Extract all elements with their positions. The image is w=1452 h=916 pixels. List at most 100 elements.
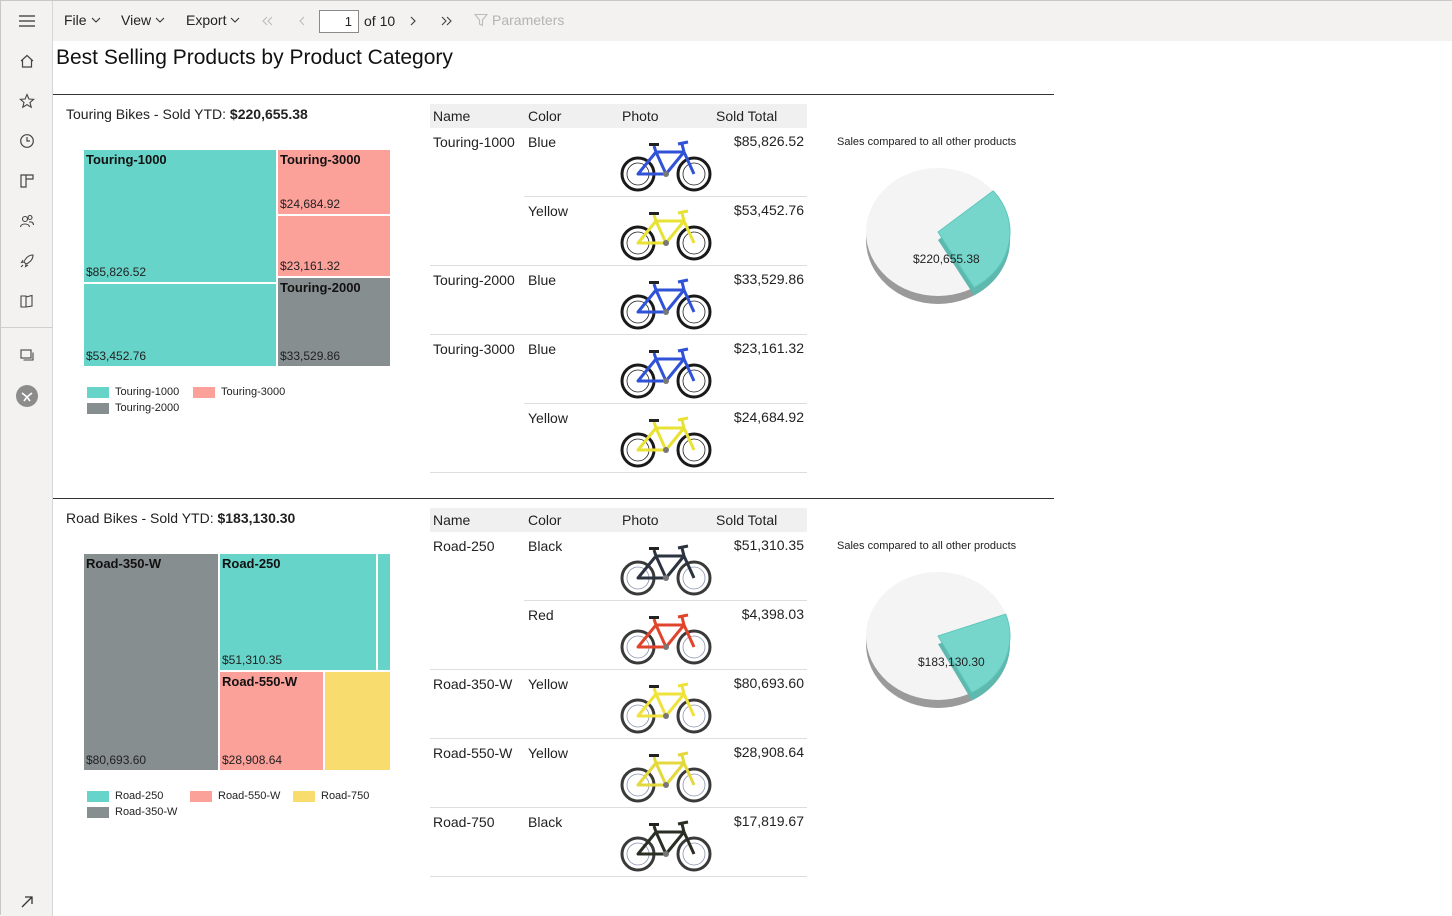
- legend-swatch: [87, 790, 109, 802]
- pie-chart: $220,655.38: [865, 166, 1015, 306]
- last-page-icon[interactable]: [441, 16, 453, 26]
- table-row: Road-750 Black $17,819.67: [430, 808, 807, 877]
- table-row: Touring-3000 Blue $23,161.32: [430, 335, 807, 404]
- treemap-cell-name: Road-250: [222, 556, 281, 571]
- treemap-cell[interactable]: $53,452.76: [83, 283, 277, 367]
- rocket-icon[interactable]: [13, 247, 41, 275]
- workspaces-icon[interactable]: [13, 287, 41, 315]
- star-icon[interactable]: [13, 87, 41, 115]
- row-total: $53,452.76: [733, 202, 804, 218]
- legend-swatch: [87, 386, 109, 398]
- section-divider: [53, 94, 1054, 95]
- screen-icon[interactable]: [13, 341, 41, 369]
- row-name: Road-350-W: [433, 676, 513, 692]
- pie-slice-label: $220,655.38: [913, 252, 980, 266]
- column-header-name: Name: [433, 512, 471, 528]
- category-header: Road Bikes - Sold YTD: $183,130.30: [66, 510, 295, 526]
- expand-arrow-icon[interactable]: [13, 888, 41, 916]
- apps-icon[interactable]: [13, 167, 41, 195]
- filter-icon: [474, 13, 488, 27]
- row-total: $23,161.32: [733, 340, 804, 356]
- bike-photo: [618, 132, 714, 194]
- row-total: $51,310.35: [733, 537, 804, 553]
- legend-label: Road-250: [115, 790, 164, 802]
- column-header-photo: Photo: [622, 108, 659, 124]
- people-icon[interactable]: [13, 207, 41, 235]
- treemap-cell[interactable]: Touring-3000 $24,684.92: [277, 149, 391, 215]
- treemap-legend: Touring-1000 Touring-3000 Touring-2000: [87, 386, 347, 418]
- column-header-name: Name: [433, 108, 471, 124]
- row-color: Black: [528, 814, 563, 830]
- product-table: Name Color Photo Sold Total Touring-1000…: [430, 104, 807, 473]
- row-total: $33,529.86: [733, 271, 804, 287]
- bike-photo: [618, 201, 714, 263]
- table-header: Name Color Photo Sold Total: [430, 508, 807, 532]
- row-color: Blue: [528, 272, 557, 288]
- treemap-cell[interactable]: Road-350-W $80,693.60: [83, 553, 219, 771]
- treemap-cell[interactable]: Road-250 $51,310.35: [219, 553, 377, 671]
- column-header-color: Color: [528, 108, 562, 124]
- rail-divider: [1, 327, 53, 328]
- chevron-down-icon: [91, 17, 100, 23]
- row-total: $85,826.52: [733, 133, 804, 149]
- treemap-cell[interactable]: $23,161.32: [277, 215, 391, 277]
- treemap-cell-value: $53,452.76: [86, 349, 147, 363]
- hamburger-icon[interactable]: [13, 7, 41, 35]
- column-header-total: Sold Total: [716, 108, 778, 124]
- legend-label: Road-550-W: [218, 790, 281, 802]
- row-color: Blue: [528, 134, 557, 150]
- first-page-icon[interactable]: [261, 16, 273, 26]
- treemap-cell-value: $51,310.35: [222, 653, 283, 667]
- row-name: Road-750: [433, 814, 495, 830]
- treemap-cell-name: Touring-1000: [86, 152, 167, 167]
- legend-item: Touring-2000: [87, 402, 179, 414]
- treemap: Road-350-W $80,693.60 Road-250 $51,310.3…: [83, 553, 391, 771]
- report-canvas: Best Selling Products by Product Categor…: [53, 41, 1452, 916]
- row-color: Blue: [528, 341, 557, 357]
- page-number-input[interactable]: 1: [319, 10, 359, 33]
- chevron-down-icon: [231, 17, 240, 23]
- next-page-icon[interactable]: [409, 16, 417, 26]
- table-row: Touring-2000 Blue $33,529.86: [430, 266, 807, 335]
- column-header-color: Color: [528, 512, 562, 528]
- export-menu[interactable]: Export: [186, 12, 240, 28]
- row-color: Yellow: [528, 676, 568, 692]
- legend-label: Touring-3000: [221, 386, 286, 398]
- parameters-button[interactable]: Parameters: [474, 12, 564, 28]
- treemap-cell[interactable]: Touring-2000 $33,529.86: [277, 277, 391, 367]
- report-toolbar: File View Export 1 of 10 Parameters: [53, 1, 1452, 41]
- pie-chart-svg: [866, 168, 1011, 304]
- row-color: Yellow: [528, 203, 568, 219]
- treemap-cell[interactable]: [324, 671, 391, 771]
- legend-item: Road-250: [87, 790, 163, 802]
- treemap-cell[interactable]: Road-550-W $28,908.64: [219, 671, 324, 771]
- row-name: Touring-1000: [433, 134, 515, 150]
- legend-swatch: [190, 790, 212, 802]
- clock-icon[interactable]: [13, 127, 41, 155]
- legend-item: Road-350-W: [87, 806, 177, 818]
- treemap-cell[interactable]: [377, 553, 391, 671]
- treemap-cell-value: $33,529.86: [280, 349, 341, 363]
- bike-photo: [618, 536, 714, 598]
- parameters-label: Parameters: [492, 12, 565, 28]
- home-icon[interactable]: [13, 47, 41, 75]
- treemap-cell-value: $23,161.32: [280, 259, 341, 273]
- legend-swatch: [293, 790, 315, 802]
- treemap-cell[interactable]: Touring-1000 $85,826.52: [83, 149, 277, 283]
- row-total: $28,908.64: [733, 744, 804, 760]
- legend-swatch: [193, 386, 215, 398]
- avatar-icon[interactable]: [13, 382, 41, 410]
- treemap-cell-name: Touring-2000: [280, 280, 361, 295]
- legend-item: Road-550-W: [190, 790, 280, 802]
- section-divider: [53, 498, 1054, 499]
- product-table: Name Color Photo Sold Total Road-250 Bla…: [430, 508, 807, 877]
- table-row: Touring-1000 Blue $85,826.52: [430, 128, 807, 197]
- row-divider: [430, 472, 807, 473]
- bike-photo: [618, 743, 714, 805]
- previous-page-icon[interactable]: [298, 16, 306, 26]
- view-menu[interactable]: View: [121, 12, 165, 28]
- file-menu-label: File: [64, 12, 87, 28]
- table-row: Road-250 Black $51,310.35: [430, 532, 807, 601]
- page-count: of 10: [364, 13, 396, 29]
- file-menu[interactable]: File: [64, 12, 101, 28]
